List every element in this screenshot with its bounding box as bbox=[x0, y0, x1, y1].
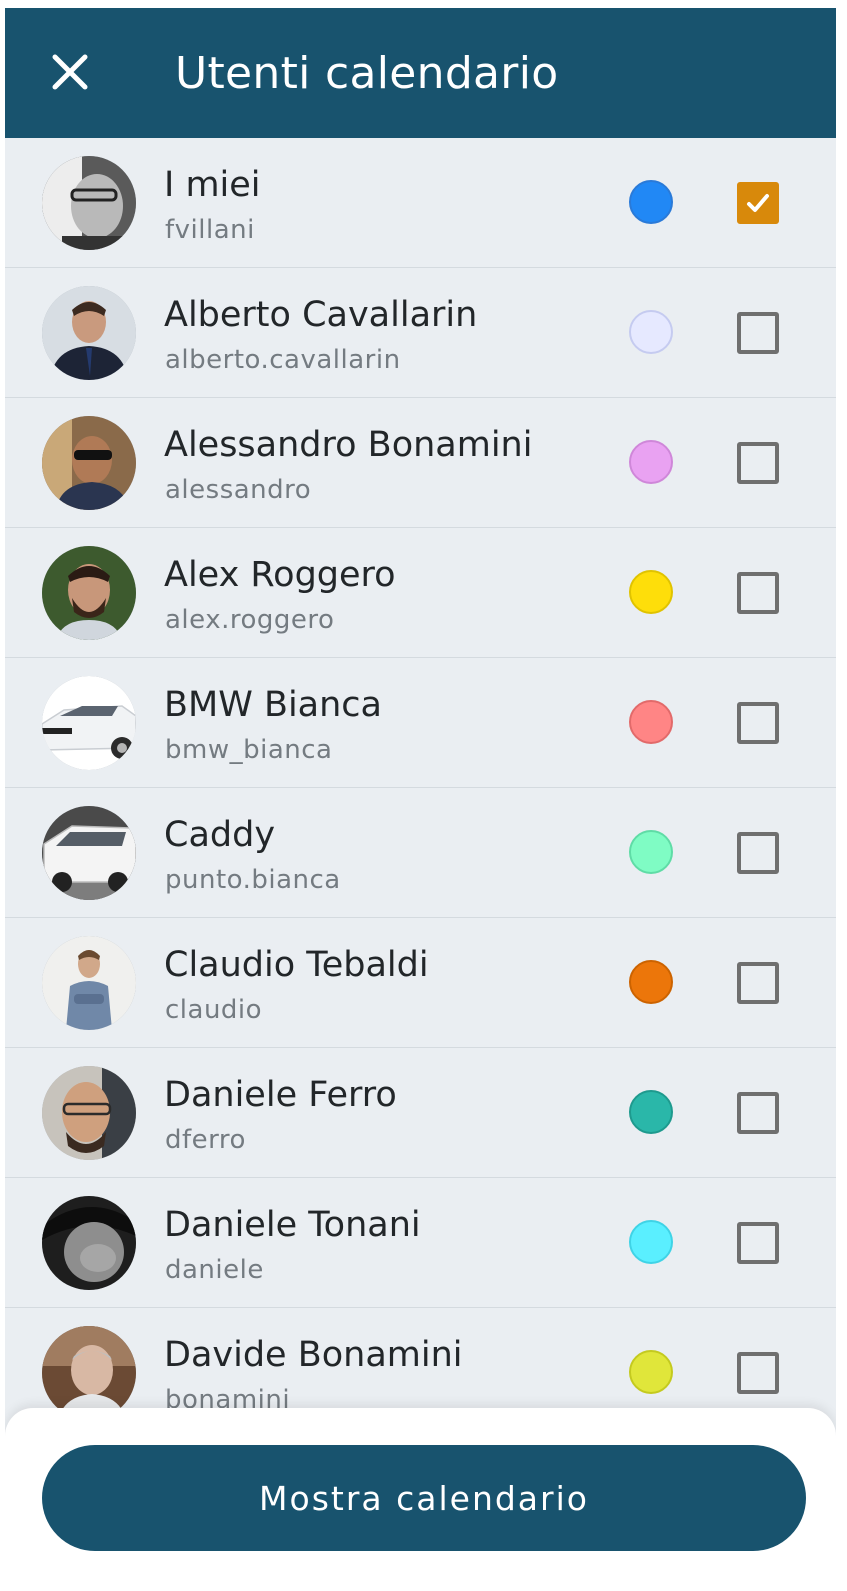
user-name: Caddy bbox=[164, 815, 276, 855]
avatar bbox=[42, 936, 136, 1030]
user-username: fvillani bbox=[165, 215, 255, 245]
user-username: bmw_bianca bbox=[165, 735, 333, 765]
list-item[interactable]: Claudio Tebaldi claudio bbox=[5, 918, 836, 1048]
user-name: Alex Roggero bbox=[164, 555, 396, 595]
user-name: Claudio Tebaldi bbox=[164, 945, 429, 985]
user-username: claudio bbox=[165, 995, 263, 1025]
user-name: Daniele Tonani bbox=[164, 1205, 421, 1245]
avatar bbox=[42, 806, 136, 900]
user-checkbox[interactable] bbox=[737, 572, 779, 614]
list-item[interactable]: Alberto Cavallarin alberto.cavallarin bbox=[5, 268, 836, 398]
color-dot[interactable] bbox=[629, 570, 673, 614]
user-username: alessandro bbox=[165, 475, 312, 505]
show-calendar-button[interactable]: Mostra calendario bbox=[42, 1445, 806, 1551]
user-checkbox[interactable] bbox=[737, 962, 779, 1004]
avatar bbox=[42, 1326, 136, 1420]
user-checkbox[interactable] bbox=[737, 832, 779, 874]
user-name: Davide Bonamini bbox=[164, 1335, 463, 1375]
list-item[interactable]: Daniele Tonani daniele bbox=[5, 1178, 836, 1308]
color-dot[interactable] bbox=[629, 440, 673, 484]
avatar bbox=[42, 546, 136, 640]
list-item[interactable]: BMW Bianca bmw_bianca bbox=[5, 658, 836, 788]
user-username: alex.roggero bbox=[165, 605, 335, 635]
user-username: daniele bbox=[165, 1255, 264, 1285]
color-dot[interactable] bbox=[629, 1220, 673, 1264]
user-name: BMW Bianca bbox=[164, 685, 382, 725]
list-item[interactable]: Daniele Ferro dferro bbox=[5, 1048, 836, 1178]
color-dot[interactable] bbox=[629, 1350, 673, 1394]
color-dot[interactable] bbox=[629, 310, 673, 354]
user-checkbox[interactable] bbox=[737, 1352, 779, 1394]
color-dot[interactable] bbox=[629, 1090, 673, 1134]
avatar bbox=[42, 156, 136, 250]
user-checkbox[interactable] bbox=[737, 702, 779, 744]
close-icon bbox=[45, 47, 95, 97]
user-username: dferro bbox=[165, 1125, 246, 1155]
color-dot[interactable] bbox=[629, 960, 673, 1004]
avatar bbox=[42, 1066, 136, 1160]
list-item[interactable]: Alessandro Bonamini alessandro bbox=[5, 398, 836, 528]
app-header: Utenti calendario bbox=[5, 8, 836, 138]
screen: Utenti calendario I miei fvillani Albert… bbox=[5, 8, 836, 1591]
list-item[interactable]: Caddy punto.bianca bbox=[5, 788, 836, 918]
user-checkbox[interactable] bbox=[737, 182, 779, 224]
user-checkbox[interactable] bbox=[737, 442, 779, 484]
user-checkbox[interactable] bbox=[737, 312, 779, 354]
color-dot[interactable] bbox=[629, 700, 673, 744]
user-list: I miei fvillani Alberto Cavallarin alber… bbox=[5, 138, 836, 1438]
avatar bbox=[42, 286, 136, 380]
user-checkbox[interactable] bbox=[737, 1222, 779, 1264]
color-dot[interactable] bbox=[629, 830, 673, 874]
color-dot[interactable] bbox=[629, 180, 673, 224]
user-username: alberto.cavallarin bbox=[165, 345, 401, 375]
list-item[interactable]: I miei fvillani bbox=[5, 138, 836, 268]
user-name: Daniele Ferro bbox=[164, 1075, 397, 1115]
avatar bbox=[42, 416, 136, 510]
user-name: Alessandro Bonamini bbox=[164, 425, 533, 465]
user-name: Alberto Cavallarin bbox=[164, 295, 478, 335]
close-button[interactable] bbox=[45, 47, 95, 97]
check-icon bbox=[747, 194, 769, 212]
page-title: Utenti calendario bbox=[175, 48, 559, 99]
avatar bbox=[42, 676, 136, 770]
user-checkbox[interactable] bbox=[737, 1092, 779, 1134]
user-name: I miei bbox=[164, 165, 261, 205]
bottom-sheet: Mostra calendario bbox=[5, 1408, 836, 1591]
avatar bbox=[42, 1196, 136, 1290]
user-username: punto.bianca bbox=[165, 865, 341, 895]
list-item[interactable]: Alex Roggero alex.roggero bbox=[5, 528, 836, 658]
